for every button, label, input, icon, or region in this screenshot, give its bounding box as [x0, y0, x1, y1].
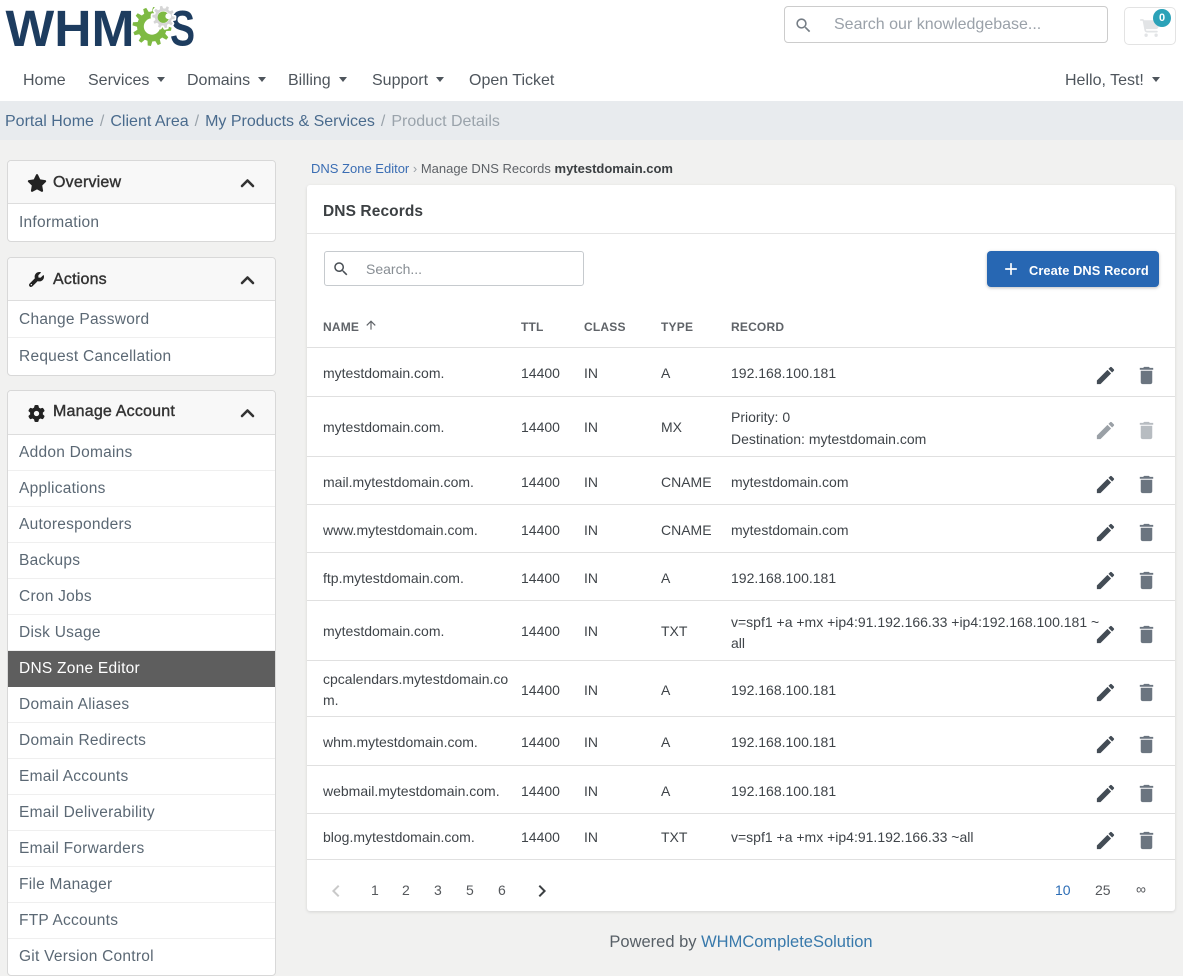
svg-text:S: S	[170, 1, 195, 53]
svg-text:WHM: WHM	[6, 0, 135, 52]
